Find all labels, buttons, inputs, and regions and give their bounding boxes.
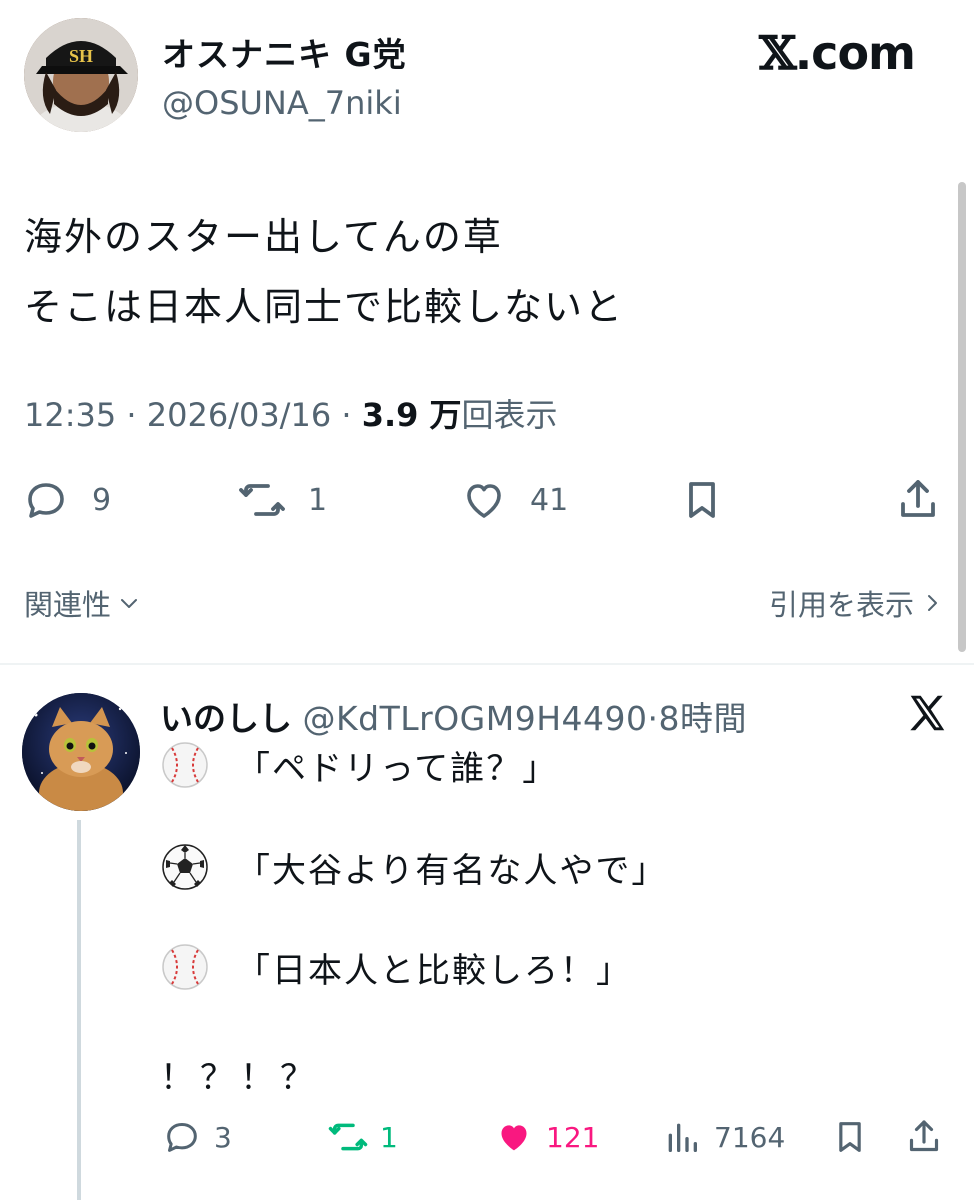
reply-repost-count: 1: [380, 1120, 398, 1154]
baseball-icon: [162, 742, 208, 788]
player-photo-icon: SH: [24, 18, 138, 132]
tweet-text-line: 海外のスター出してんの草: [24, 215, 503, 259]
author-handle[interactable]: @OSUNA_7niki: [162, 84, 402, 122]
tweet-meta: 12:35 · 2026/03/16 · 3.9 万回表示: [24, 396, 558, 434]
cat-photo-icon: [22, 693, 140, 811]
svg-text:SH: SH: [69, 46, 93, 66]
author-display-name[interactable]: オスナニキ G党: [162, 28, 407, 76]
reply-view-count: 7164: [714, 1120, 786, 1154]
share-button[interactable]: [894, 470, 942, 530]
reply-button[interactable]: 9: [22, 470, 111, 530]
repost-icon: [328, 1123, 368, 1151]
reply-count: 9: [92, 482, 112, 518]
reply-repost-button[interactable]: 1: [328, 1112, 398, 1162]
reply-quote: 「大谷より有名な人やで」: [236, 850, 668, 891]
tweet-date[interactable]: 2026/03/16: [147, 396, 331, 434]
view-label: 回表示: [461, 396, 558, 434]
baseball-icon: [162, 944, 208, 990]
reply-like-button[interactable]: 121: [494, 1112, 599, 1162]
reply-like-count: 121: [546, 1120, 600, 1154]
reply-icon: [28, 483, 64, 518]
reply-author-handle[interactable]: @KdTLrOGM9H4490: [303, 699, 648, 738]
share-icon: [909, 1120, 939, 1152]
heart-filled-icon: [501, 1125, 527, 1151]
reply-share-button[interactable]: [904, 1112, 944, 1162]
divider: [0, 663, 974, 665]
reply-exclaim: ！？！？: [160, 1058, 320, 1098]
chevron-down-icon: [121, 599, 138, 608]
reply-author-name[interactable]: いのしし: [160, 699, 292, 738]
bookmark-icon: [839, 1122, 861, 1152]
reply-time[interactable]: 8時間: [659, 699, 748, 738]
thread-connector: [77, 820, 81, 1200]
reply-views-button[interactable]: 7164: [662, 1112, 785, 1162]
reply-text-line: 「日本人と比較しろ！」: [160, 942, 632, 992]
soccer-ball-icon: [162, 844, 208, 890]
reply-reply-count: 3: [214, 1120, 232, 1154]
reply-text-line: 「大谷より有名な人やで」: [160, 842, 667, 892]
reply-text-line: 「ペドリって誰？」: [160, 740, 558, 790]
reply-quote: 「ペドリって誰？」: [236, 748, 559, 789]
repost-icon: [239, 484, 285, 516]
reply-quote: 「日本人と比較しろ！」: [236, 950, 632, 991]
site-logo: 𝕏.com: [759, 26, 916, 80]
x-logo-icon: 𝕏: [759, 26, 796, 80]
view-quotes-link[interactable]: 引用を表示: [769, 582, 944, 624]
repost-count: 1: [308, 482, 328, 518]
view-count: 3.9 万: [361, 396, 462, 434]
x-logo-icon: [904, 690, 950, 736]
repost-button[interactable]: 1: [238, 470, 327, 530]
heart-icon: [467, 484, 501, 518]
reply-reply-button[interactable]: 3: [162, 1112, 232, 1162]
reply-header: いのしし @KdTLrOGM9H4490·8時間: [160, 699, 748, 738]
share-icon: [901, 480, 935, 517]
reply-author-avatar[interactable]: [22, 693, 140, 811]
like-button[interactable]: 41: [460, 470, 568, 530]
bookmark-button[interactable]: [678, 470, 726, 530]
like-count: 41: [530, 482, 569, 518]
sort-relevance-dropdown[interactable]: 関連性: [24, 582, 141, 624]
tweet-time[interactable]: 12:35: [24, 396, 116, 434]
chevron-right-icon: [928, 595, 937, 611]
author-avatar[interactable]: SH: [24, 18, 138, 132]
analytics-icon: [668, 1123, 697, 1152]
reply-icon: [167, 1123, 197, 1152]
reply-bookmark-button[interactable]: [830, 1112, 870, 1162]
bookmark-icon: [689, 482, 715, 518]
tweet-text-line: そこは日本人同士で比較しないと: [24, 285, 625, 329]
site-domain: .com: [794, 26, 916, 80]
scrollbar[interactable]: [958, 182, 966, 652]
